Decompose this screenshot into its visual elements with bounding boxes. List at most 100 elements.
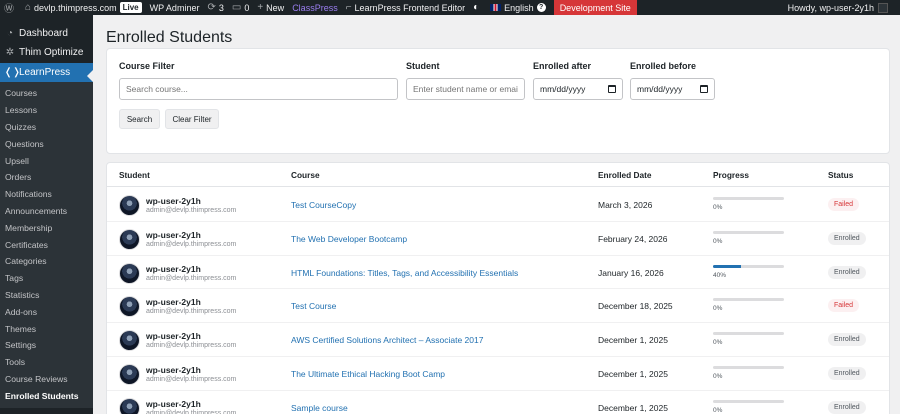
course-link[interactable]: Sample course xyxy=(291,403,348,413)
student-name: wp-user-2y1h xyxy=(146,229,201,240)
calendar-icon[interactable] xyxy=(608,85,616,93)
enrolled-date: February 24, 2026 xyxy=(598,233,668,244)
progress-percent: 0% xyxy=(713,373,723,380)
sidebar-item-orders[interactable]: Orders xyxy=(0,169,93,186)
new-label: New xyxy=(266,2,285,13)
student-email: admin@devlp.thimpress.com xyxy=(146,342,237,350)
course-link[interactable]: HTML Foundations: Titles, Tags, and Acce… xyxy=(291,268,518,278)
sidebar-item-learnpress[interactable]: ❬❭ LearnPress xyxy=(0,63,93,82)
frontend-editor-label: LearnPress Frontend Editor xyxy=(354,2,466,13)
wordpress-logo[interactable]: Ⓦ xyxy=(0,0,21,15)
sidebar-item-tags[interactable]: Tags xyxy=(0,270,93,287)
wp-adminer-link[interactable]: WP Adminer xyxy=(146,0,204,15)
wordpress-icon: Ⓦ xyxy=(4,4,14,15)
sidebar-item-thim-optimize[interactable]: ✲ Thim Optimize xyxy=(0,43,93,62)
sidebar-item-quizzes[interactable]: Quizzes xyxy=(0,119,93,136)
enrolled-before-label: Enrolled before xyxy=(630,61,697,71)
sidebar-item-dashboard[interactable]: ◔ Dashboard xyxy=(0,24,93,43)
table-row: wp-user-2y1h admin@devlp.thimpress.com The… xyxy=(107,357,889,391)
sidebar-item-announcements[interactable]: Announcements xyxy=(0,203,93,220)
student-name: wp-user-2y1h xyxy=(146,263,201,274)
new-content-link[interactable]: + New xyxy=(253,0,288,15)
dashboard-icon: ◔ xyxy=(6,28,14,39)
progress-percent: 0% xyxy=(713,204,723,211)
admin-bar: Ⓦ ⌂ devlp.thimpress.com Live WP Adminer … xyxy=(0,0,900,15)
progress-bar-fill xyxy=(713,264,742,268)
sidebar-item-course-reviews[interactable]: Course Reviews xyxy=(0,371,93,388)
student-email: admin@devlp.thimpress.com xyxy=(146,409,237,414)
avatar xyxy=(119,364,140,385)
uk-flag-icon xyxy=(490,4,502,11)
progress-percent: 0% xyxy=(713,237,723,245)
table-row: wp-user-2y1h admin@devlp.thimpress.com Sam… xyxy=(107,391,889,414)
student-email: admin@devlp.thimpress.com xyxy=(146,207,237,214)
development-site-badge[interactable]: Development Site xyxy=(553,0,637,15)
clear-filter-button[interactable]: Clear Filter xyxy=(165,109,219,129)
course-search-input[interactable] xyxy=(119,78,398,100)
status-badge: Failed xyxy=(828,198,860,211)
date-placeholder: mm/dd/yyyy xyxy=(637,84,683,94)
course-link[interactable]: Test CourseCopy xyxy=(291,200,356,210)
progress-bar xyxy=(713,264,784,268)
main-content: Enrolled Students Course Filter Student … xyxy=(93,15,900,414)
sidebar-item-lessons[interactable]: Lessons xyxy=(0,102,93,119)
sidebar-item-categories[interactable]: Categories xyxy=(0,253,93,270)
student-name: wp-user-2y1h xyxy=(146,331,201,342)
sidebar-item-notifications[interactable]: Notifications xyxy=(0,186,93,203)
enrolled-date: December 1, 2025 xyxy=(598,369,668,379)
page-title: Enrolled Students xyxy=(106,29,233,46)
sidebar-item-upsell[interactable]: Upsell xyxy=(0,152,93,169)
course-filter-label: Course Filter xyxy=(119,61,175,71)
course-link[interactable]: Test Course xyxy=(291,301,336,311)
progress-bar xyxy=(713,399,784,403)
site-name-link[interactable]: ⌂ devlp.thimpress.com Live xyxy=(21,0,146,15)
sidebar-item-statistics[interactable]: Statistics xyxy=(0,287,93,304)
refresh-icon: ⟳ xyxy=(207,2,216,13)
student-search-input[interactable] xyxy=(406,78,525,100)
sidebar-item-label: Thim Optimize xyxy=(19,47,84,58)
classpress-link[interactable]: ClassPress xyxy=(288,0,342,15)
frontend-editor-link[interactable]: ⌐ LearnPress Frontend Editor xyxy=(342,0,469,15)
calendar-icon[interactable] xyxy=(700,85,708,93)
sidebar-item-questions[interactable]: Questions xyxy=(0,135,93,152)
column-header-enrolled-date: Enrolled Date xyxy=(598,170,652,180)
progress-percent: 0% xyxy=(713,339,723,347)
date-placeholder: mm/dd/yyyy xyxy=(540,84,586,94)
table-row: wp-user-2y1h admin@devlp.thimpress.com Tes… xyxy=(107,188,889,222)
status-badge: Enrolled xyxy=(828,367,866,380)
updates-link[interactable]: ⟳ 3 xyxy=(203,0,227,15)
sidebar-item-settings[interactable]: Settings xyxy=(0,337,93,354)
comments-count: 0 xyxy=(244,2,250,13)
admin-sidebar: ◔ Dashboard ✲ Thim Optimize ❬❭ LearnPres… xyxy=(0,15,93,414)
avatar xyxy=(119,228,140,250)
sidebar-item-certificates[interactable]: Certificates xyxy=(0,236,93,253)
search-link[interactable]: ◐ xyxy=(469,0,486,15)
avatar xyxy=(119,330,140,352)
comments-link[interactable]: ▭ 0 xyxy=(228,0,253,15)
sidebar-item-themes[interactable]: Themes xyxy=(0,320,93,337)
howdy-label: Howdy, wp-user-2y1h xyxy=(787,2,874,13)
table-header: Student Course Enrolled Date Progress St… xyxy=(107,163,889,187)
avatar xyxy=(119,195,140,216)
editor-icon: ⌐ xyxy=(345,2,352,13)
progress-percent: 40% xyxy=(713,271,727,279)
user-account-menu[interactable]: Howdy, wp-user-2y1h xyxy=(787,2,900,13)
status-badge: Enrolled xyxy=(828,333,866,347)
sidebar-item-tools[interactable]: Tools xyxy=(0,354,93,371)
language-switcher[interactable]: English ? xyxy=(486,0,550,15)
language-label: English xyxy=(504,2,534,13)
sidebar-item-membership[interactable]: Membership xyxy=(0,219,93,236)
course-link[interactable]: AWS Certified Solutions Architect – Asso… xyxy=(291,335,483,345)
student-label: Student xyxy=(406,61,440,71)
enrolled-after-date-input[interactable]: mm/dd/yyyy xyxy=(533,78,623,100)
enrolled-before-date-input[interactable]: mm/dd/yyyy xyxy=(630,78,715,100)
progress-bar xyxy=(713,332,784,336)
sidebar-item-courses[interactable]: Courses xyxy=(0,85,93,102)
sidebar-item-add-ons[interactable]: Add-ons xyxy=(0,303,93,320)
column-header-progress: Progress xyxy=(713,170,749,180)
search-button[interactable]: Search xyxy=(119,109,160,129)
course-link[interactable]: The Ultimate Ethical Hacking Boot Camp xyxy=(291,369,445,379)
sidebar-item-enrolled-students[interactable]: Enrolled Students xyxy=(0,387,93,404)
column-header-student: Student xyxy=(119,170,150,180)
course-link[interactable]: The Web Developer Bootcamp xyxy=(291,234,407,244)
